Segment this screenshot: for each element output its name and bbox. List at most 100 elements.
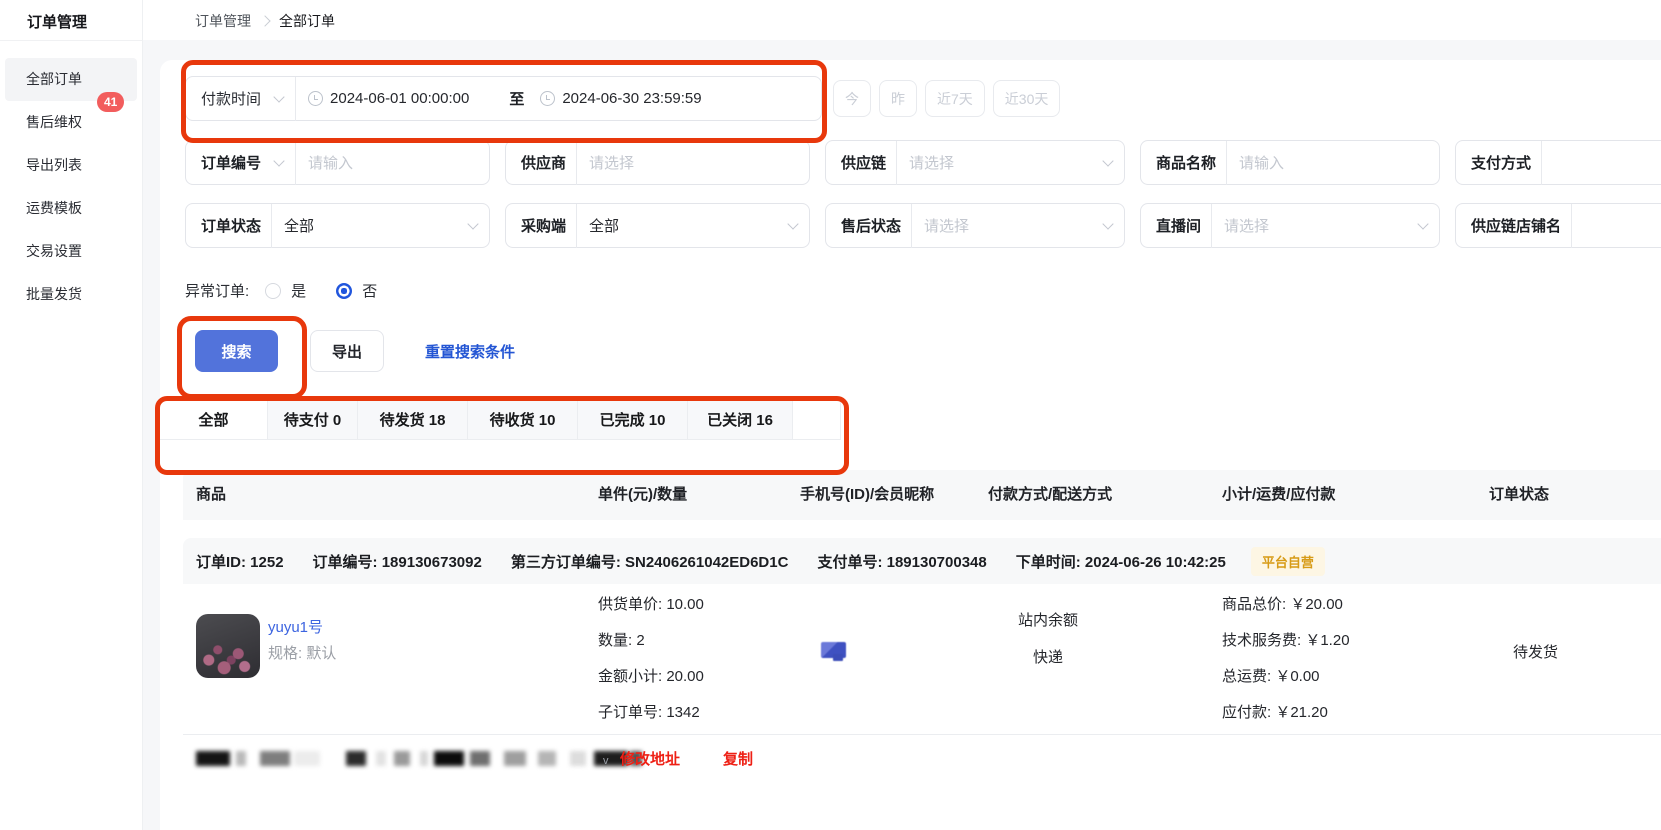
date-range-to-label: 至 [509,88,524,109]
tab-completed[interactable]: 已完成 10 [578,399,688,439]
chevron-down-icon [787,218,798,229]
sidebar-item-trade-settings[interactable]: 交易设置 [5,230,137,273]
sidebar-divider [0,40,142,41]
sidebar-item-export-list[interactable]: 导出列表 [5,144,137,187]
sidebar-item-batch-ship[interactable]: 批量发货 [5,273,137,316]
order-status-filter[interactable]: 订单状态 全部 [185,203,490,248]
supplier-filter[interactable]: 供应商 请选择 [505,140,810,185]
date-start-input[interactable]: 2024-06-01 00:00:00 [330,90,469,107]
supply-chain-shop-filter[interactable]: 供应链店铺名 [1455,203,1661,248]
live-room-filter[interactable]: 直播间 请选择 [1140,203,1440,248]
supply-unit-price: 供货单价: 10.00 [598,587,704,623]
table-header: 商品 单件(元)/数量 手机号(ID)/会员昵称 付款方式/配送方式 小计/运费… [183,470,1661,520]
supply-chain-select[interactable]: 请选择 [897,152,1100,173]
sidebar-item-label: 运费模板 [26,200,82,216]
product-name-label: 商品名称 [1141,152,1226,173]
sidebar-item-label: 批量发货 [26,286,82,302]
abnormal-order-label: 异常订单: [185,280,249,301]
time-field-select[interactable]: 付款时间 [186,88,271,109]
product-name-link[interactable]: yuyu1号 [268,616,323,637]
purchase-side-select[interactable]: 全部 [577,215,785,236]
order-status-value: 待发货 [1513,641,1558,662]
quick-range-30days-button[interactable]: 近30天 [993,80,1061,117]
breadcrumb-parent[interactable]: 订单管理 [195,11,251,31]
reset-search-link[interactable]: 重置搜索条件 [425,341,515,362]
address-redacted-tail: v [603,755,609,767]
breadcrumb: 订单管理 全部订单 [143,0,1661,31]
sidebar-item-label: 交易设置 [26,243,82,259]
after-sales-status-select[interactable]: 请选择 [912,215,1100,236]
col-payment-delivery: 付款方式/配送方式 [988,470,1112,520]
order-status-tabs: 全部 待支付 0 待发货 18 待收货 10 已完成 10 已关闭 16 [160,398,841,440]
chevron-down-icon [1102,218,1113,229]
divider [1571,204,1572,248]
sidebar-item-after-sales[interactable]: 售后维权 41 [5,101,137,144]
order-time: 下单时间: 2024-06-26 10:42:25 [1016,551,1226,572]
order-no-field-select[interactable]: 订单编号 [186,152,271,173]
export-button[interactable]: 导出 [310,330,384,372]
supplier-select[interactable]: 请选择 [577,152,646,173]
amount-payable: 应付款: ￥21.20 [1222,695,1350,731]
after-sales-status-label: 售后状态 [826,215,911,236]
platform-self-operated-badge: 平台自营 [1251,547,1325,576]
col-product: 商品 [196,470,226,520]
tab-pending-receipt[interactable]: 待收货 10 [468,399,578,439]
chevron-right-icon [259,15,270,26]
unit-qty-column: 供货单价: 10.00 数量: 2 金额小计: 20.00 子订单号: 1342 [598,587,704,731]
sidebar-item-label: 全部订单 [26,71,82,87]
live-room-select[interactable]: 请选择 [1212,215,1415,236]
product-spec: 规格: 默认 [268,642,336,663]
date-end-input[interactable]: 2024-06-30 23:59:59 [562,90,701,107]
tab-all[interactable]: 全部 [160,399,268,439]
chevron-down-icon [467,218,478,229]
purchase-side-filter[interactable]: 采购端 全部 [505,203,810,248]
order-management-page: { "sidebar": { "title": "订单管理", "items":… [0,0,1661,830]
payment-method-filter[interactable]: 支付方式 [1455,140,1661,185]
divider [1541,141,1542,185]
quantity: 数量: 2 [598,623,704,659]
abnormal-yes-label[interactable]: 是 [291,280,306,301]
col-subtotal: 小计/运费/应付款 [1222,470,1335,520]
product-thumbnail[interactable] [196,614,260,678]
payment-method-value: 站内余额 [988,602,1108,639]
chevron-down-icon [1417,218,1428,229]
sidebar: 订单管理 全部订单 售后维权 41 导出列表 运费模板 交易设置 批量发货 [0,0,143,830]
order-no-input[interactable]: 请输入 [296,152,365,173]
copy-address-link[interactable]: 复制 [723,748,753,769]
order-row: 订单ID: 1252 订单编号: 189130673092 第三方订单编号: S… [183,538,1661,781]
search-button[interactable]: 搜索 [195,330,278,372]
sidebar-item-freight-template[interactable]: 运费模板 [5,187,137,230]
sidebar-title: 订单管理 [0,0,142,40]
order-status-select[interactable]: 全部 [272,215,465,236]
payment-delivery-column: 站内余额 快递 [988,584,1108,676]
after-sales-status-filter[interactable]: 售后状态 请选择 [825,203,1125,248]
tab-pending-shipment[interactable]: 待发货 18 [358,399,468,439]
tab-closed[interactable]: 已关闭 16 [688,399,793,439]
order-status-label: 订单状态 [186,215,271,236]
tab-filler [793,399,841,439]
abnormal-order-row: 异常订单: 是 否 [185,280,377,301]
divider [295,77,296,121]
product-name-filter[interactable]: 商品名称 请输入 [1140,140,1440,185]
order-no-filter[interactable]: 订单编号 请输入 [185,140,490,185]
supplier-label: 供应商 [506,152,576,173]
sub-order-no: 子订单号: 1342 [598,695,704,731]
clock-icon [308,91,323,106]
abnormal-no-radio[interactable] [336,283,352,299]
payment-no: 支付单号: 189130700348 [817,551,986,572]
edit-address-link[interactable]: 修改地址 [620,748,680,769]
topbar: 订单管理 全部订单 [143,0,1661,40]
third-party-order-no: 第三方订单编号: SN2406261042ED6D1C [511,551,789,572]
chevron-down-icon [273,91,284,102]
supply-chain-filter[interactable]: 供应链 请选择 [825,140,1125,185]
quick-range-7days-button[interactable]: 近7天 [925,80,985,117]
abnormal-yes-radio[interactable] [265,283,281,299]
tab-pending-payment[interactable]: 待支付 0 [268,399,358,439]
payment-time-filter: 付款时间 2024-06-01 00:00:00 至 2024-06-30 23… [185,76,822,121]
amount-subtotal: 金额小计: 20.00 [598,659,704,695]
supply-chain-label: 供应链 [826,152,896,173]
abnormal-no-label[interactable]: 否 [362,280,377,301]
product-name-input[interactable]: 请输入 [1227,152,1296,173]
quick-range-yesterday-button[interactable]: 昨 [879,80,917,117]
quick-range-today-button[interactable]: 今 [833,80,871,117]
